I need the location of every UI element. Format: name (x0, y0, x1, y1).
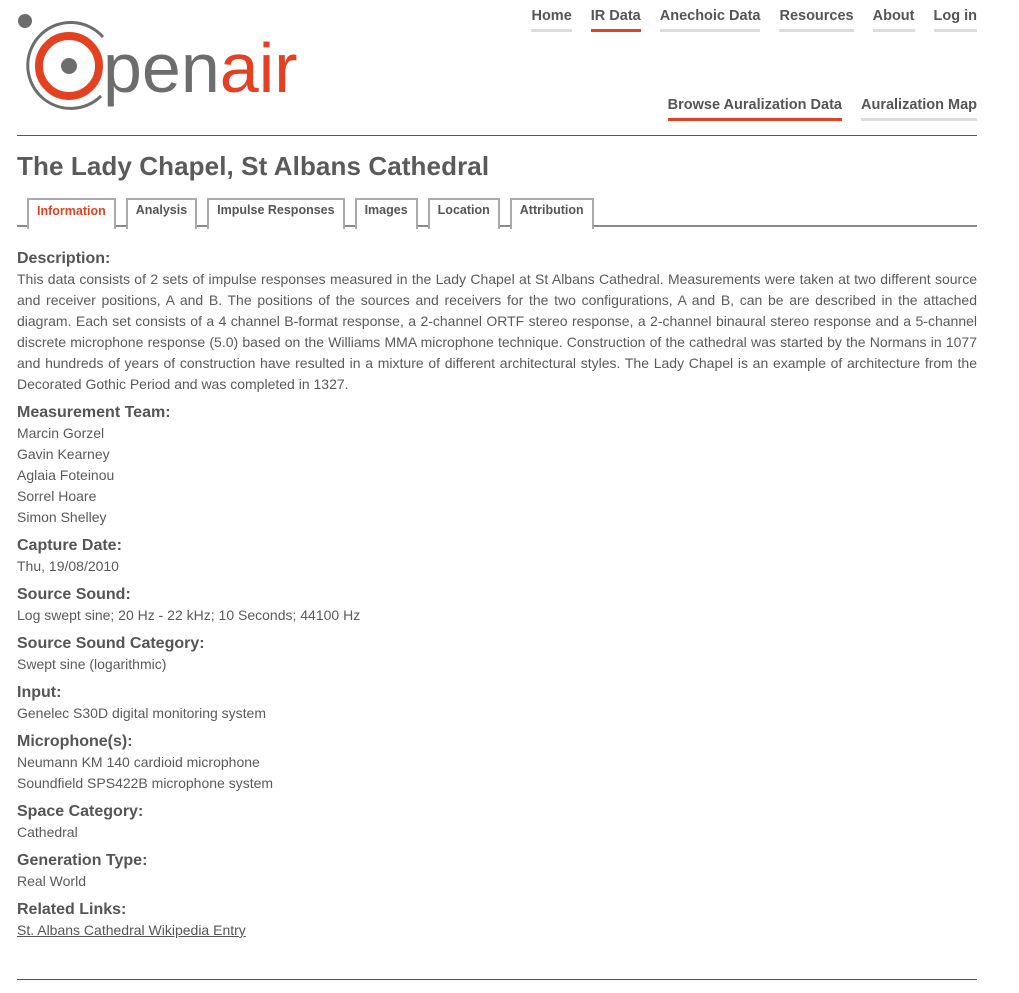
nav-home[interactable]: Home (531, 8, 572, 32)
team-member: Simon Shelley (17, 509, 107, 525)
capture-date-label: Capture Date: (17, 537, 122, 554)
measurement-team-field: Measurement Team: Marcin Gorzel Gavin Ke… (17, 403, 977, 528)
space-category-label: Space Category: (17, 803, 144, 820)
source-sound-label: Source Sound: (17, 586, 131, 603)
nav-anechoic-data[interactable]: Anechoic Data (659, 8, 761, 32)
generation-type-value: Real World (17, 873, 86, 889)
tab-analysis[interactable]: Analysis (125, 198, 198, 229)
tab-bar: Information Analysis Impulse Responses I… (17, 198, 977, 229)
space-category-value: Cathedral (17, 824, 78, 840)
team-member: Aglaia Foteinou (17, 467, 115, 483)
capture-date-field: Capture Date: Thu, 19/08/2010 (17, 536, 977, 577)
logo-text-dark: pen (103, 29, 220, 107)
input-field: Input: Genelec S30D digital monitoring s… (17, 683, 977, 724)
wikipedia-link[interactable]: St. Albans Cathedral Wikipedia Entry (17, 922, 246, 938)
logo-text-accent: air (220, 29, 298, 107)
source-sound-field: Source Sound: Log swept sine; 20 Hz - 22… (17, 585, 977, 626)
description-text: This data consists of 2 sets of impulse … (17, 271, 977, 392)
measurement-team-label: Measurement Team: (17, 404, 171, 421)
tab-images[interactable]: Images (354, 198, 418, 229)
tab-information[interactable]: Information (27, 198, 116, 229)
source-sound-category-field: Source Sound Category: Swept sine (logar… (17, 634, 977, 675)
openair-logo-icon: penair (18, 14, 298, 110)
nav-resources[interactable]: Resources (779, 8, 854, 32)
page-container: penair Home IR Data Anechoic Data Resour… (17, 0, 977, 993)
description-field: Description: This data consists of 2 set… (17, 249, 977, 395)
input-label: Input: (17, 684, 62, 701)
secondary-nav: Browse Auralization Data Auralization Ma… (667, 97, 977, 121)
header-divider (17, 135, 977, 136)
nav-about[interactable]: About (872, 8, 915, 32)
openair-logo[interactable]: penair (17, 12, 337, 116)
footer-divider (17, 979, 977, 980)
input-value: Genelec S30D digital monitoring system (17, 705, 267, 721)
source-sound-category-value: Swept sine (logarithmic) (17, 656, 167, 672)
page-title: The Lady Chapel, St Albans Cathedral (17, 151, 490, 181)
team-member: Sorrel Hoare (17, 488, 97, 504)
nav-browse-auralization-data[interactable]: Browse Auralization Data (667, 97, 842, 121)
nav-ir-data[interactable]: IR Data (590, 8, 641, 32)
microphones-field: Microphone(s): Neumann KM 140 cardioid m… (17, 732, 977, 794)
tab-location[interactable]: Location (427, 198, 500, 229)
microphone-value: Soundfield SPS422B microphone system (17, 775, 274, 791)
svg-text:penair: penair (103, 29, 298, 107)
microphone-value: Neumann KM 140 cardioid microphone (17, 754, 260, 770)
related-links-field: Related Links: St. Albans Cathedral Wiki… (17, 900, 977, 941)
team-member: Marcin Gorzel (17, 425, 105, 441)
generation-type-label: Generation Type: (17, 852, 148, 869)
source-sound-category-label: Source Sound Category: (17, 635, 205, 652)
microphones-label: Microphone(s): (17, 733, 133, 750)
nav-log-in[interactable]: Log in (933, 8, 977, 32)
generation-type-field: Generation Type: Real World (17, 851, 977, 892)
space-category-field: Space Category: Cathedral (17, 802, 977, 843)
description-label: Description: (17, 250, 111, 267)
capture-date-value: Thu, 19/08/2010 (17, 558, 119, 574)
source-sound-value: Log swept sine; 20 Hz - 22 kHz; 10 Secon… (17, 607, 361, 623)
information-panel: Description: This data consists of 2 set… (17, 249, 977, 949)
tab-impulse-responses[interactable]: Impulse Responses (207, 198, 345, 229)
team-member: Gavin Kearney (17, 446, 110, 462)
nav-auralization-map[interactable]: Auralization Map (860, 97, 977, 121)
primary-nav: Home IR Data Anechoic Data Resources Abo… (531, 8, 977, 32)
tab-attribution[interactable]: Attribution (509, 198, 594, 229)
related-links-label: Related Links: (17, 901, 127, 918)
